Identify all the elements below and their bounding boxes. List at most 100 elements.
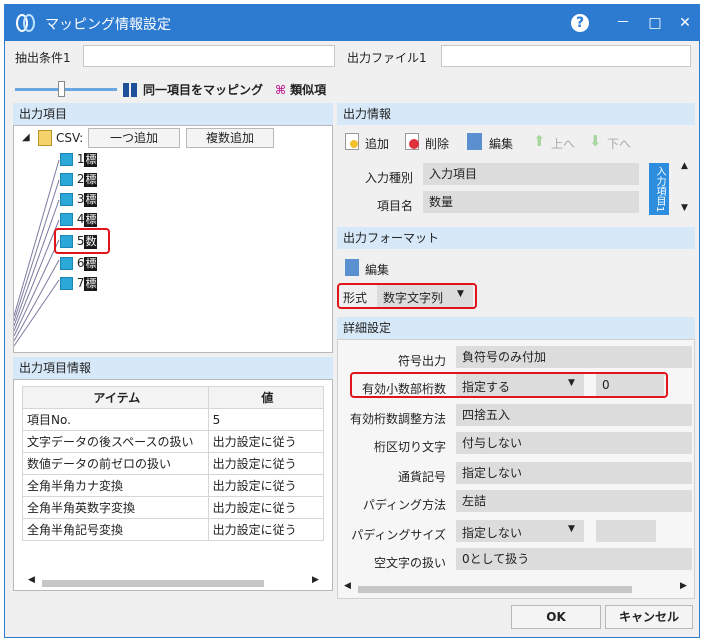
format-select[interactable]: 数字文字列 ▼ — [377, 285, 473, 307]
scroll-right-icon[interactable]: ▶ — [312, 575, 319, 585]
scroll-left-icon[interactable]: ◀ — [28, 575, 35, 585]
item-name-label: 項目名 — [376, 199, 413, 213]
padding-size-input[interactable] — [596, 520, 656, 542]
empty-string-label: 空文字の扱い — [373, 556, 446, 570]
rounding-method-field[interactable]: 四捨五入 — [456, 404, 692, 426]
decimal-digits-select[interactable]: 指定する ▼ — [456, 374, 584, 396]
zoom-slider[interactable] — [15, 81, 117, 97]
currency-symbol-field[interactable]: 指定しない — [456, 462, 692, 484]
similar-item-button[interactable]: ⌘ 類似項 — [275, 81, 326, 99]
output-file-input[interactable] — [441, 45, 691, 67]
table-row[interactable]: 数値データの前ゼロの扱い 出力設定に従う — [22, 452, 325, 475]
ok-button[interactable]: OK — [511, 605, 601, 629]
same-item-mapping-label: 同一項目をマッピング — [143, 83, 264, 97]
row-item: 数値データの前ゼロの扱い — [22, 452, 209, 475]
item-cube-icon — [60, 153, 73, 166]
row-value[interactable]: 出力設定に従う — [207, 452, 325, 475]
decimal-digits-label: 有効小数部桁数 — [361, 382, 446, 396]
scroll-thumb[interactable] — [358, 586, 632, 593]
close-icon[interactable]: ✕ — [675, 13, 695, 33]
table-row[interactable]: 項目No. 5 — [22, 408, 325, 431]
item-info-header: 出力項目情報 — [13, 357, 333, 379]
selected-item-highlight — [54, 228, 110, 254]
up-button: 上へ — [551, 137, 576, 151]
padding-method-label: パディング方法 — [362, 498, 446, 512]
chevron-down-icon: ▼ — [568, 378, 575, 388]
add-icon[interactable] — [345, 133, 359, 150]
delete-button[interactable]: 削除 — [425, 135, 449, 152]
collapse-arrow-icon[interactable]: ◢ — [22, 132, 30, 143]
item-type-tag: 標 — [84, 212, 98, 227]
table-row[interactable]: 全角半角英数字変換 出力設定に従う — [22, 496, 325, 519]
help-icon[interactable]: ? — [571, 14, 589, 32]
column-header-value[interactable]: 値 — [207, 386, 325, 409]
slider-thumb[interactable] — [58, 81, 65, 97]
format-edit-button[interactable]: 編集 — [365, 261, 389, 278]
row-value[interactable]: 出力設定に従う — [207, 518, 325, 541]
output-file-label: 出力ファイル1 — [347, 51, 427, 65]
edit-icon[interactable] — [467, 133, 482, 150]
decimal-digits-count[interactable]: 0 — [596, 374, 664, 396]
window-title: マッピング情報設定 — [45, 17, 171, 33]
sign-output-label: 符号出力 — [397, 354, 446, 368]
minimize-icon[interactable]: － — [613, 13, 633, 33]
scroll-left-icon[interactable]: ◀ — [344, 581, 351, 591]
empty-string-field[interactable]: 0として扱う — [456, 548, 692, 570]
item-number: 1 — [76, 152, 85, 166]
rounding-method-label: 有効桁数調整方法 — [349, 412, 446, 426]
scroll-up-icon[interactable]: ▲ — [681, 161, 688, 171]
item-number: 2 — [76, 172, 85, 186]
item-type-tag: 標 — [84, 276, 98, 291]
detail-settings-panel: 符号出力 負符号のみ付加 有効小数部桁数 指定する ▼ 0 有効桁数調整方法 四… — [337, 339, 695, 599]
format-edit-icon[interactable] — [345, 259, 359, 276]
decimal-digits-value: 指定する — [462, 380, 511, 394]
scroll-down-icon[interactable]: ▼ — [681, 203, 688, 213]
edit-button[interactable]: 編集 — [489, 135, 513, 152]
tree-item[interactable]: 7標 — [60, 276, 98, 291]
table-row[interactable]: 全角半角カナ変換 出力設定に従う — [22, 474, 325, 497]
item-info-grid: アイテム 値 項目No. 5 文字データの後スペースの扱い 出力設定に従う 数値デー… — [13, 379, 333, 591]
chevron-down-icon: ▼ — [457, 289, 464, 299]
title-bar[interactable]: マッピング情報設定 ? － □ ✕ — [5, 5, 699, 41]
maximize-icon[interactable]: □ — [645, 13, 665, 33]
input-type-label: 入力種別 — [364, 171, 413, 185]
table-row[interactable]: 全角半角記号変換 出力設定に従う — [22, 518, 325, 541]
row-value[interactable]: 出力設定に従う — [207, 430, 325, 453]
detail-horizontal-scrollbar[interactable]: ◀ ▶ — [344, 581, 690, 594]
thousands-separator-field[interactable]: 付与しない — [456, 432, 692, 454]
row-value[interactable]: 5 — [207, 408, 325, 431]
row-value[interactable]: 出力設定に従う — [207, 496, 325, 519]
cancel-button[interactable]: キャンセル — [605, 605, 693, 629]
input-item-side-tab[interactable]: 入力項目1 — [649, 163, 669, 215]
same-item-mapping-button[interactable]: 同一項目をマッピング — [123, 81, 263, 99]
padding-size-select[interactable]: 指定しない ▼ — [456, 520, 584, 542]
row-item: 項目No. — [22, 408, 209, 431]
extract-condition-input[interactable] — [83, 45, 335, 67]
tree-item[interactable]: 3標 — [60, 192, 98, 207]
table-row[interactable]: 文字データの後スペースの扱い 出力設定に従う — [22, 430, 325, 453]
tree-item[interactable]: 4標 — [60, 212, 98, 227]
padding-method-field[interactable]: 左詰 — [456, 490, 692, 512]
tree-item[interactable]: 6標 — [60, 256, 98, 271]
csv-file-icon — [38, 130, 52, 146]
sign-output-field[interactable]: 負符号のみ付加 — [456, 346, 692, 368]
item-name-field: 数量 — [423, 191, 639, 213]
scroll-right-icon[interactable]: ▶ — [680, 581, 687, 591]
add-multiple-button[interactable]: 複数追加 — [186, 128, 274, 148]
app-icon — [15, 13, 37, 33]
output-items-tree[interactable]: ◢ CSV: 一つ追加 複数追加 1標 2標 3標 4標 5数 6標 7標 — [13, 125, 333, 353]
delete-icon[interactable] — [405, 133, 419, 150]
add-button[interactable]: 追加 — [365, 135, 389, 152]
horizontal-scrollbar[interactable]: ◀ ▶ — [28, 575, 324, 588]
column-header-item[interactable]: アイテム — [22, 386, 209, 409]
tree-item[interactable]: 2標 — [60, 172, 98, 187]
scroll-thumb[interactable] — [42, 580, 264, 587]
format-select-value: 数字文字列 — [383, 291, 444, 305]
similar-icon: ⌘ — [275, 83, 287, 97]
extract-condition-label: 抽出条件1 — [15, 51, 71, 65]
tree-item[interactable]: 1標 — [60, 152, 98, 167]
add-one-button[interactable]: 一つ追加 — [88, 128, 180, 148]
output-info-toolbar: 追加 削除 編集 ⬆ 上へ ⬇ 下へ — [343, 132, 643, 153]
row-value[interactable]: 出力設定に従う — [207, 474, 325, 497]
item-cube-icon — [60, 193, 73, 206]
